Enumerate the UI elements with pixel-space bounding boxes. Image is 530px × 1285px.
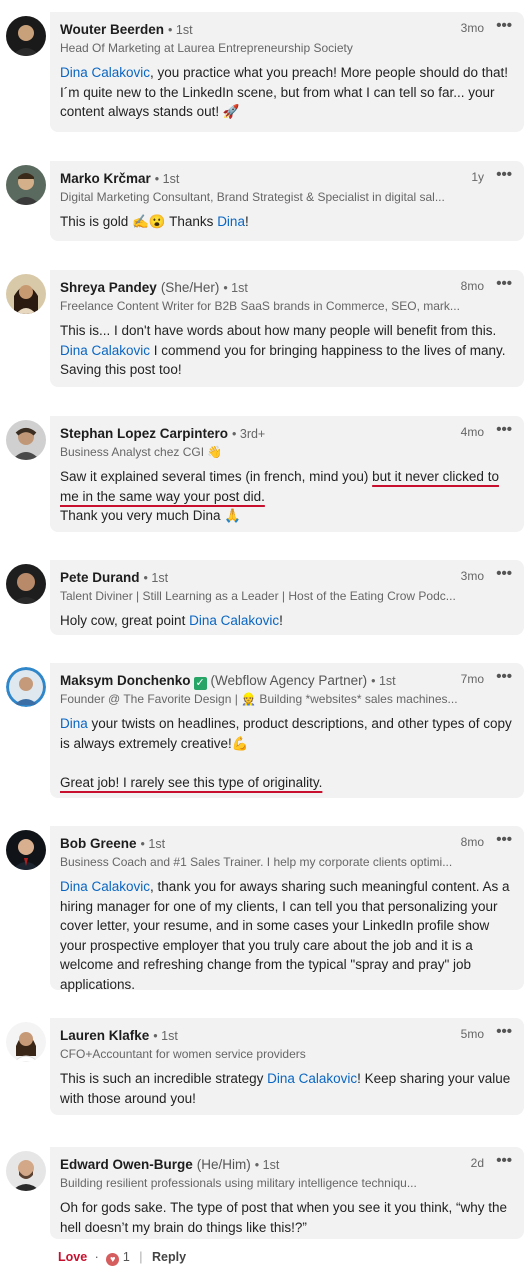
love-reaction-button[interactable]: Love <box>58 1250 87 1264</box>
reply-button[interactable]: Reply <box>152 1250 186 1264</box>
avatar[interactable] <box>6 420 46 460</box>
connection-degree: • 1st <box>223 281 248 295</box>
highlighted-text: Great job! I rarely see this type of ori… <box>60 774 323 790</box>
more-options-icon[interactable]: ••• <box>496 1152 512 1169</box>
commenter-name[interactable]: Marko Krčmar <box>60 171 151 186</box>
connection-degree: • 1st <box>371 674 396 688</box>
more-options-icon[interactable]: ••• <box>496 831 512 848</box>
more-options-icon[interactable]: ••• <box>496 1023 512 1040</box>
comment-time: 8mo <box>460 835 484 849</box>
pronouns: (Webflow Agency Partner) <box>210 673 368 688</box>
comment-text: This is such an incredible strategy Dina… <box>60 1071 511 1106</box>
commenter-name[interactable]: Edward Owen-Burge <box>60 1157 193 1172</box>
avatar[interactable] <box>6 667 46 707</box>
comment-text: Oh for gods sake. The type of post that … <box>60 1200 508 1235</box>
commenter-headline: Head Of Marketing at Laurea Entrepreneur… <box>60 41 353 55</box>
more-options-icon[interactable]: ••• <box>496 668 512 685</box>
verified-icon: ✓ <box>193 677 207 690</box>
mention-link[interactable]: Dina <box>217 214 245 229</box>
mention-link[interactable]: Dina Calakovic <box>60 343 150 358</box>
avatar[interactable] <box>6 1022 46 1062</box>
commenter-name[interactable]: Shreya Pandey <box>60 280 157 295</box>
commenter-headline: Talent Diviner | Still Learning as a Lea… <box>60 589 456 603</box>
connection-degree: • 1st <box>140 837 166 851</box>
mention-link[interactable]: Dina Calakovic <box>60 65 150 80</box>
commenter-headline: CFO+Accountant for women service provide… <box>60 1047 306 1061</box>
comment-bubble: Bob Greene • 1st 8mo ••• Business Coach a… <box>50 826 524 992</box>
comment-text: Dina Calakovic, thank you for aways shar… <box>60 879 510 992</box>
commenter-name[interactable]: Wouter Beerden <box>60 22 164 37</box>
commenter-name[interactable]: Stephan Lopez Carpintero <box>60 426 228 441</box>
commenter-name[interactable]: Bob Greene <box>60 836 137 851</box>
comment-text: This is gold ✍️😮 Thanks Dina! <box>60 214 249 229</box>
connection-degree: • 1st <box>168 23 193 37</box>
reaction-count[interactable]: 1 <box>123 1250 130 1264</box>
comment-time: 3mo <box>460 21 484 35</box>
commenter-headline: Founder @ The Favorite Design | 👷 Buildi… <box>60 692 458 706</box>
avatar[interactable] <box>6 16 46 56</box>
pronouns: (He/Him) <box>196 1157 251 1172</box>
comment-time: 7mo <box>460 672 484 686</box>
comment-bubble: Wouter Beerden • 1st 3mo ••• Head Of Mark… <box>50 12 524 132</box>
mention-link[interactable]: Dina Calakovic <box>189 613 279 628</box>
avatar[interactable] <box>6 564 46 604</box>
comment-text: Dina your twists on headlines, product d… <box>60 716 512 790</box>
mention-link[interactable]: Dina Calakovic <box>267 1071 357 1086</box>
connection-degree: • 1st <box>154 172 180 186</box>
commenter-headline: Freelance Content Writer for B2B SaaS br… <box>60 299 460 313</box>
comment-bubble: Marko Krčmar • 1st 1y ••• Digital Marketi… <box>50 161 524 241</box>
pronouns: (She/Her) <box>160 280 220 295</box>
comment-text: Dina Calakovic, you practice what you pr… <box>60 65 509 119</box>
comment-text: This is... I don't have words about how … <box>60 323 506 377</box>
comment-time: 4mo <box>460 425 484 439</box>
avatar[interactable] <box>6 830 46 870</box>
comment-time: 8mo <box>460 279 484 293</box>
comment-text: Holy cow, great point Dina Calakovic! <box>60 613 283 628</box>
connection-degree: • 3rd+ <box>232 427 266 441</box>
connection-degree: • 1st <box>254 1158 280 1172</box>
commenter-headline: Building resilient professionals using m… <box>60 1176 417 1190</box>
more-options-icon[interactable]: ••• <box>496 275 512 292</box>
commenter-name[interactable]: Lauren Klafke <box>60 1028 149 1043</box>
mention-link[interactable]: Dina Calakovic <box>60 879 150 894</box>
commenter-headline: Business Analyst chez CGI 👋 <box>60 445 223 459</box>
avatar[interactable] <box>6 274 46 314</box>
more-options-icon[interactable]: ••• <box>496 166 512 183</box>
comment-time: 1y <box>471 170 484 184</box>
comment-time: 3mo <box>460 569 484 583</box>
comment-bubble: Maksym Donchenko ✓ (Webflow Agency Partner… <box>50 663 524 798</box>
commenter-headline: Business Coach and #1 Sales Trainer. I h… <box>60 855 453 869</box>
comment-bubble: Lauren Klafke • 1st 5mo ••• CFO+Accountan… <box>50 1018 524 1115</box>
commenter-name[interactable]: Maksym Donchenko <box>60 673 191 688</box>
comment-bubble: Edward Owen-Burge (He/Him) • 1st 2d ••• Bu… <box>50 1147 524 1239</box>
connection-degree: • 1st <box>143 571 169 585</box>
commenter-headline: Digital Marketing Consultant, Brand Stra… <box>60 190 445 204</box>
comment-actions: Love · ♥ 1 | Reply <box>58 1250 187 1266</box>
avatar[interactable] <box>6 165 46 205</box>
comment-bubble: Pete Durand • 1st 3mo ••• Talent Diviner … <box>50 560 524 635</box>
comment-time: 2d <box>470 1156 484 1170</box>
heart-icon: ♥ <box>106 1253 120 1266</box>
avatar[interactable] <box>6 1151 46 1191</box>
connection-degree: • 1st <box>153 1029 178 1043</box>
comment-time: 5mo <box>460 1027 484 1041</box>
mention-link[interactable]: Dina <box>60 716 88 731</box>
more-options-icon[interactable]: ••• <box>496 421 512 438</box>
comment-bubble: Shreya Pandey (She/Her) • 1st 8mo ••• Free… <box>50 270 524 387</box>
more-options-icon[interactable]: ••• <box>496 17 512 34</box>
more-options-icon[interactable]: ••• <box>496 565 512 582</box>
comment-text: Saw it explained several times (in frenc… <box>60 469 499 523</box>
commenter-name[interactable]: Pete Durand <box>60 570 140 585</box>
comment-bubble: Stephan Lopez Carpintero • 3rd+ 4mo ••• B… <box>50 416 524 532</box>
